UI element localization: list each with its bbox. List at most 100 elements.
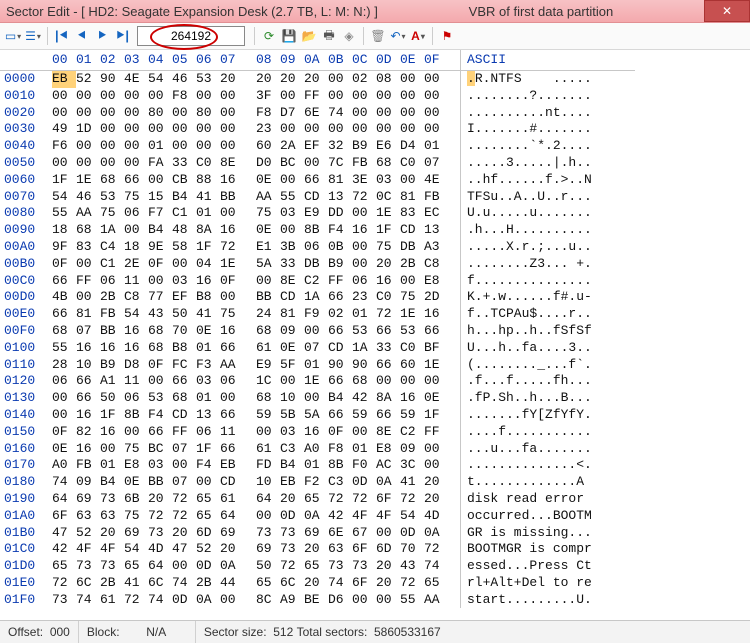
hex-byte[interactable]: 00 (376, 88, 400, 105)
hex-byte[interactable]: 00 (148, 172, 172, 189)
hex-byte[interactable]: 06 (124, 205, 148, 222)
hex-byte[interactable]: 74 (52, 474, 76, 491)
hex-byte[interactable]: 10 (280, 390, 304, 407)
open-icon[interactable]: 📂 (300, 27, 318, 45)
hex-byte[interactable]: 13 (328, 189, 352, 206)
hex-byte[interactable]: 1F (52, 172, 76, 189)
hex-byte[interactable]: 00 (304, 390, 328, 407)
hex-byte[interactable]: 75 (100, 205, 124, 222)
hex-byte[interactable]: 73 (100, 558, 124, 575)
hex-byte[interactable]: 16 (220, 222, 244, 239)
hex-byte[interactable]: 11 (124, 373, 148, 390)
hex-byte[interactable]: 53 (400, 323, 424, 340)
hex-byte[interactable]: 54 (124, 306, 148, 323)
hex-byte[interactable]: 00 (100, 121, 124, 138)
hex-byte[interactable]: 0F (148, 357, 172, 374)
hex-byte[interactable]: 0E (424, 390, 448, 407)
hex-byte[interactable]: 41 (196, 306, 220, 323)
hex-byte[interactable]: B4 (328, 390, 352, 407)
hex-byte[interactable]: 1E (400, 306, 424, 323)
hex-byte[interactable]: 66 (172, 373, 196, 390)
hex-byte[interactable]: 0B (328, 239, 352, 256)
hex-byte[interactable]: 11 (124, 273, 148, 290)
hex-byte[interactable]: 69 (76, 491, 100, 508)
hex-byte[interactable]: 2B (196, 575, 220, 592)
hex-byte[interactable]: 82 (76, 424, 100, 441)
hex-byte[interactable]: FD (256, 457, 280, 474)
hex-byte[interactable]: 59 (256, 407, 280, 424)
hex-byte[interactable]: 00 (172, 121, 196, 138)
hex-byte[interactable]: 00 (280, 373, 304, 390)
hex-byte[interactable]: 00 (76, 138, 100, 155)
hex-byte[interactable]: 55 (400, 592, 424, 608)
hex-byte[interactable]: 41 (124, 575, 148, 592)
ascii-cell[interactable]: h...hp..h..fSfSf (461, 323, 636, 340)
hex-byte[interactable]: CD (400, 222, 424, 239)
hex-byte[interactable]: 73 (280, 541, 304, 558)
hex-byte[interactable]: 65 (424, 575, 448, 592)
hex-byte[interactable]: 53 (352, 323, 376, 340)
hex-byte[interactable]: D4 (400, 138, 424, 155)
hex-byte[interactable]: 01 (304, 457, 328, 474)
nav-next-icon[interactable]: ⯈ (93, 27, 111, 45)
hex-byte[interactable]: 0F (220, 273, 244, 290)
hex-byte[interactable]: 02 (352, 71, 376, 88)
hex-byte[interactable]: 6F (52, 508, 76, 525)
hex-byte[interactable]: 6D (376, 541, 400, 558)
hex-byte[interactable]: 1E (304, 373, 328, 390)
ascii-cell[interactable]: occurred...BOOTM (461, 508, 636, 525)
hex-byte[interactable]: 00 (220, 88, 244, 105)
hex-byte[interactable]: 69 (220, 525, 244, 542)
new-view-icon[interactable]: ▭ (4, 27, 22, 45)
hex-byte[interactable]: 0A (220, 558, 244, 575)
hex-byte[interactable]: 00 (220, 138, 244, 155)
hex-byte[interactable]: 00 (196, 474, 220, 491)
hex-byte[interactable]: 75 (124, 508, 148, 525)
hex-byte[interactable]: 0D (196, 558, 220, 575)
hex-byte[interactable]: 66 (76, 390, 100, 407)
hex-byte[interactable]: 0F (52, 424, 76, 441)
hex-byte[interactable]: 00 (304, 323, 328, 340)
hex-byte[interactable]: 66 (220, 441, 244, 458)
hex-byte[interactable]: 2E (124, 256, 148, 273)
hex-byte[interactable]: 01 (196, 390, 220, 407)
hex-byte[interactable]: 00 (352, 424, 376, 441)
hex-byte[interactable]: 00 (196, 88, 220, 105)
hex-byte[interactable]: 16 (124, 340, 148, 357)
ascii-cell[interactable]: BOOTMGR is compr (461, 541, 636, 558)
hex-byte[interactable]: 3B (280, 239, 304, 256)
hex-byte[interactable]: 00 (124, 138, 148, 155)
hex-byte[interactable]: 6F (376, 491, 400, 508)
hex-byte[interactable]: 00 (376, 525, 400, 542)
hex-byte[interactable]: 72 (172, 508, 196, 525)
hex-byte[interactable]: 90 (352, 357, 376, 374)
hex-byte[interactable]: 72 (328, 491, 352, 508)
hex-byte[interactable]: 46 (172, 71, 196, 88)
hex-byte[interactable]: 3C (400, 457, 424, 474)
hex-byte[interactable]: 55 (52, 205, 76, 222)
hex-byte[interactable]: 9F (52, 239, 76, 256)
hex-byte[interactable]: 72 (352, 491, 376, 508)
hex-byte[interactable]: F3 (196, 357, 220, 374)
hex-byte[interactable]: 70 (172, 323, 196, 340)
hex-byte[interactable]: A9 (280, 592, 304, 608)
hex-byte[interactable]: 69 (124, 525, 148, 542)
hex-byte[interactable]: 07 (304, 340, 328, 357)
hex-byte[interactable]: 52 (196, 541, 220, 558)
hex-byte[interactable]: 16 (352, 222, 376, 239)
hex-byte[interactable]: 20 (304, 71, 328, 88)
hex-byte[interactable]: C4 (100, 239, 124, 256)
hex-byte[interactable]: 1D (76, 121, 100, 138)
hex-byte[interactable]: 00 (220, 121, 244, 138)
hex-byte[interactable]: 07 (172, 441, 196, 458)
ascii-cell[interactable]: U...h..fa....3.. (461, 340, 636, 357)
ascii-cell[interactable]: K.+.w......f#.u- (461, 289, 636, 306)
hex-byte[interactable]: 00 (280, 88, 304, 105)
sector-number-input[interactable]: 264192 (137, 26, 245, 46)
hex-byte[interactable]: 01 (100, 457, 124, 474)
hex-byte[interactable]: 00 (424, 441, 448, 458)
save-icon[interactable]: 💾 (280, 27, 298, 45)
hex-byte[interactable]: 47 (172, 541, 196, 558)
hex-byte[interactable]: AC (376, 457, 400, 474)
hex-byte[interactable]: 0A (304, 508, 328, 525)
